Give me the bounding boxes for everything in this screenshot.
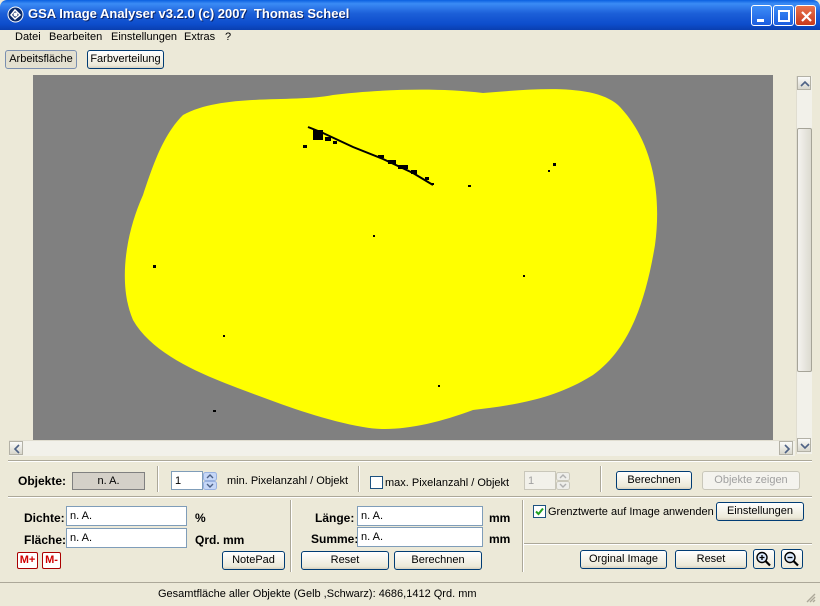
zoom-out-icon: [784, 551, 799, 567]
object-speck: [223, 335, 225, 337]
divider: [290, 500, 292, 572]
tab-farbverteilung[interactable]: Farbverteilung: [87, 50, 164, 69]
tab-arbeitsflaeche[interactable]: Arbeitsfläche: [5, 50, 77, 69]
scroll-down-button[interactable]: [797, 438, 811, 452]
scroll-up-button[interactable]: [797, 76, 811, 90]
resize-grip-icon[interactable]: [804, 591, 816, 603]
area-label: Fläche:: [24, 533, 67, 547]
object-speck: [325, 137, 331, 141]
checkmark-icon: [535, 507, 544, 516]
max-pixels-label: max. Pixelanzahl / Objekt: [385, 477, 510, 489]
original-image-button[interactable]: Orginal Image: [580, 550, 667, 569]
close-button[interactable]: [795, 5, 816, 26]
vertical-scrollbar[interactable]: [796, 76, 812, 454]
sum-unit: mm: [489, 532, 511, 546]
title-bar[interactable]: GSA Image Analyser v3.2.0 (c) 2007 Thoma…: [0, 0, 820, 30]
menu-extras[interactable]: Extras: [184, 31, 215, 43]
minimize-button[interactable]: [751, 5, 772, 26]
divider: [522, 500, 524, 572]
max-pixels-spinner-icon[interactable]: [556, 472, 570, 490]
max-pixels-checkbox[interactable]: [370, 476, 383, 489]
status-bar: Gesamtfläche aller Objekte (Gelb ,Schwar…: [0, 582, 820, 606]
sum-label: Summe:: [311, 532, 359, 546]
object-speck: [333, 141, 337, 144]
analysed-image: [124, 89, 658, 430]
length-unit: mm: [489, 511, 511, 525]
memory-plus-button[interactable]: M+: [17, 552, 38, 569]
close-icon: [801, 11, 812, 22]
zoom-in-button[interactable]: [753, 549, 775, 569]
length-field[interactable]: n. A.: [357, 506, 483, 526]
length-label: Länge:: [315, 511, 355, 525]
min-pixels-input[interactable]: 1: [171, 471, 203, 490]
menu-help[interactable]: ?: [225, 31, 231, 43]
settings-button[interactable]: Einstellungen: [716, 502, 804, 521]
sum-reset-button[interactable]: Reset: [301, 551, 389, 570]
objects-label: Objekte:: [18, 474, 67, 488]
area-field[interactable]: n. A.: [66, 528, 187, 548]
menu-bar: Datei Bearbeiten Einstellungen Extras ?: [0, 30, 820, 46]
arrow-down-icon: [800, 443, 810, 450]
scroll-left-button[interactable]: [9, 441, 23, 455]
maximize-button[interactable]: [773, 5, 794, 26]
panel-divider-top: [8, 460, 812, 462]
object-speck: [523, 275, 525, 277]
max-pixels-input[interactable]: 1: [524, 471, 556, 490]
apply-thresholds-label: Grenztwerte auf Image anwenden: [548, 506, 714, 518]
notepad-button[interactable]: NotePad: [222, 551, 285, 570]
area-unit: Qrd. mm: [195, 533, 245, 547]
sum-field[interactable]: n. A.: [357, 527, 483, 547]
object-speck: [373, 235, 375, 237]
divider: [600, 466, 602, 492]
arrow-up-icon: [800, 80, 810, 87]
window-title: GSA Image Analyser v3.2.0 (c) 2007 Thoma…: [28, 6, 350, 21]
object-speck: [153, 265, 156, 268]
min-pixels-label: min. Pixelanzahl / Objekt: [227, 475, 349, 487]
density-field[interactable]: n. A.: [66, 506, 187, 526]
panel-divider-middle: [8, 496, 812, 498]
objects-count: n. A.: [72, 472, 145, 490]
vertical-scroll-thumb[interactable]: [797, 128, 812, 372]
image-canvas[interactable]: [33, 75, 773, 440]
divider: [358, 466, 360, 492]
app-logo-icon: [7, 6, 24, 23]
object-speck: [548, 170, 550, 172]
sum-calculate-button[interactable]: Berechnen: [394, 551, 482, 570]
minimize-icon: [757, 19, 764, 22]
horizontal-scrollbar[interactable]: [9, 440, 795, 456]
apply-thresholds-checkbox[interactable]: [533, 505, 546, 518]
object-speck: [468, 185, 471, 187]
maximize-icon: [778, 10, 790, 22]
highlighted-region: [124, 89, 658, 430]
zoom-out-button[interactable]: [781, 549, 803, 569]
zoom-in-icon: [756, 551, 771, 567]
status-text: Gesamtfläche aller Objekte (Gelb ,Schwar…: [158, 588, 477, 600]
divider: [157, 466, 159, 492]
menu-einstellungen[interactable]: Einstellungen: [111, 31, 177, 43]
menu-datei[interactable]: Datei: [15, 31, 41, 43]
object-speck: [438, 385, 440, 387]
calculate-objects-button[interactable]: Berechnen: [616, 471, 692, 490]
object-speck: [553, 163, 556, 166]
image-reset-button[interactable]: Reset: [675, 550, 747, 569]
arrow-left-icon: [13, 444, 20, 454]
arrow-right-icon: [784, 444, 791, 454]
panel-divider-right: [522, 543, 812, 545]
scroll-right-button[interactable]: [779, 441, 793, 455]
memory-minus-button[interactable]: M-: [42, 552, 61, 569]
show-objects-button[interactable]: Objekte zeigen: [702, 471, 800, 490]
density-label: Dichte:: [24, 511, 65, 525]
min-pixels-spinner-icon[interactable]: [203, 472, 217, 490]
object-speck: [213, 410, 216, 412]
object-speck: [303, 145, 307, 148]
density-unit: %: [195, 511, 206, 525]
menu-bearbeiten[interactable]: Bearbeiten: [49, 31, 102, 43]
